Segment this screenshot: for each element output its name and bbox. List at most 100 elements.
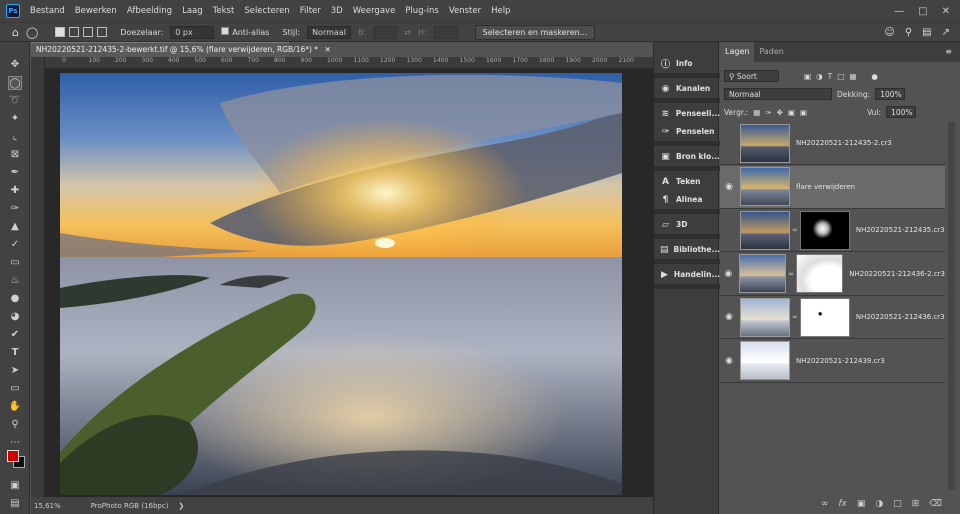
layer-mask-thumbnail[interactable] — [799, 210, 850, 250]
layer-row[interactable]: ◉ NH20220521-212439.cr3 — [720, 340, 945, 383]
panel-brushes[interactable]: ✑ Penselen — [654, 123, 720, 140]
layer-row[interactable]: ◉ flare verwijderen — [720, 165, 945, 209]
eye-icon[interactable]: ◉ — [720, 312, 738, 322]
layer-name[interactable]: NH20220521-212436.cr3 — [856, 313, 945, 321]
history-brush-tool-icon[interactable]: ✓ — [8, 238, 22, 252]
eye-icon[interactable]: ◉ — [720, 182, 738, 192]
quick-mask-icon[interactable]: ▣ — [8, 479, 22, 493]
width-input[interactable] — [373, 25, 398, 39]
lasso-tool-icon[interactable]: ➰ — [8, 94, 22, 108]
eraser-tool-icon[interactable]: ▭ — [8, 256, 22, 270]
document-tab[interactable]: NH20220521-212435-2-bewerkt.tif @ 15,6% … — [31, 42, 331, 57]
eye-icon[interactable]: ◉ — [720, 269, 737, 279]
panel-character[interactable]: A Teken — [654, 173, 720, 190]
menu-filter[interactable]: Filter — [295, 6, 326, 16]
filter-shape-icon[interactable]: □ — [837, 72, 844, 81]
panel-menu-icon[interactable]: ≡ — [945, 42, 960, 62]
opacity-input[interactable]: 100% — [875, 88, 906, 100]
swap-icon[interactable]: ⇄ — [404, 28, 411, 37]
eye-hidden-icon[interactable]: ​ — [720, 138, 738, 148]
eye-icon[interactable]: ◉ — [720, 356, 738, 366]
tab-paths[interactable]: Paden — [754, 42, 788, 62]
pen-tool-icon[interactable]: ✔ — [8, 328, 22, 342]
canvas-area[interactable] — [45, 69, 653, 497]
add-mask-icon[interactable]: ▣ — [857, 499, 866, 509]
layers-scrollbar[interactable] — [948, 122, 955, 490]
filter-smart-object-icon[interactable]: ▦ — [849, 72, 856, 81]
panel-actions[interactable]: ▶ Handelin... — [654, 266, 720, 283]
layer-name[interactable]: NH20220521-212435.cr3 — [856, 226, 945, 234]
lock-transparent-icon[interactable]: ▦ — [753, 108, 760, 117]
layer-mask-thumbnail[interactable] — [796, 254, 844, 293]
layer-name[interactable]: NH20220521-212435-2.cr3 — [796, 139, 892, 147]
path-select-tool-icon[interactable]: ➤ — [8, 364, 22, 378]
menu-help[interactable]: Help — [486, 6, 515, 16]
share-icon[interactable]: ↗ — [942, 27, 950, 38]
fill-input[interactable]: 100% — [886, 106, 917, 118]
menu-afbeelding[interactable]: Afbeelding — [122, 6, 177, 16]
marquee-tool-icon[interactable]: ◯ — [8, 76, 22, 90]
lock-all-icon[interactable]: ▣ — [800, 108, 807, 117]
home-icon[interactable]: ⌂ — [12, 26, 19, 39]
layer-row[interactable]: ◉ ∞ NH20220521-212436.cr3 — [720, 296, 945, 339]
menu-3d[interactable]: 3D — [326, 6, 348, 16]
panel-3d[interactable]: ▱ 3D — [654, 216, 720, 233]
lock-position-icon[interactable]: ✥ — [777, 108, 783, 117]
mask-link-icon[interactable]: ∞ — [788, 270, 794, 278]
select-and-mask-button[interactable]: Selecteren en maskeren... — [474, 24, 596, 40]
group-icon[interactable]: □ — [893, 499, 902, 509]
antialias-checkbox[interactable]: Anti-alias — [221, 27, 269, 37]
foreground-color-swatch[interactable] — [7, 450, 19, 462]
layer-filter-select[interactable]: ⚲ Soort — [724, 70, 779, 82]
frame-tool-icon[interactable]: ⊠ — [8, 148, 22, 162]
quick-select-tool-icon[interactable]: ✦ — [8, 112, 22, 126]
mask-link-icon[interactable]: ∞ — [792, 226, 798, 234]
move-tool-icon[interactable]: ✥ — [8, 58, 22, 72]
zoom-tool-icon[interactable]: ⚲ — [8, 418, 22, 432]
filter-adjustment-icon[interactable]: ◑ — [816, 72, 823, 81]
layer-row[interactable]: ◉ ∞ NH20220521-212436-2.cr3 — [720, 253, 945, 296]
blend-mode-select[interactable]: Normaal — [724, 88, 832, 100]
eye-hidden-icon[interactable]: ​ — [720, 225, 738, 235]
panel-channels[interactable]: ◉ Kanalen — [654, 80, 720, 97]
adjustment-layer-icon[interactable]: ◑ — [875, 499, 883, 509]
close-tab-icon[interactable]: ✕ — [324, 45, 330, 54]
marquee-preset-icon[interactable]: ◯ — [26, 26, 38, 39]
mask-link-icon[interactable]: ∞ — [792, 313, 798, 321]
layer-row[interactable]: ​ ∞ NH20220521-212435.cr3 — [720, 209, 945, 252]
menu-bewerken[interactable]: Bewerken — [70, 6, 122, 16]
trash-icon[interactable]: ⌫ — [929, 499, 942, 509]
layer-row[interactable]: ​ NH20220521-212435-2.cr3 — [720, 122, 945, 165]
filter-toggle-icon[interactable]: ● — [871, 72, 878, 81]
more-tools-icon[interactable]: ⋯ — [8, 436, 22, 450]
menu-weergave[interactable]: Weergave — [348, 6, 401, 16]
new-selection-icon[interactable] — [55, 27, 66, 37]
eyedropper-tool-icon[interactable]: ✒ — [8, 166, 22, 180]
panel-libraries[interactable]: ▤ Bibliothe... — [654, 241, 720, 258]
panel-paragraph[interactable]: ¶ Alinea — [654, 191, 720, 208]
account-icon[interactable]: ☺ — [884, 27, 894, 38]
layer-name[interactable]: NH20220521-212436-2.cr3 — [849, 270, 945, 278]
rectangle-tool-icon[interactable]: ▭ — [8, 382, 22, 396]
healing-brush-tool-icon[interactable]: ✚ — [8, 184, 22, 198]
menu-selecteren[interactable]: Selecteren — [239, 6, 294, 16]
height-input[interactable] — [433, 25, 458, 39]
layer-name[interactable]: NH20220521-212439.cr3 — [796, 357, 885, 365]
new-layer-icon[interactable]: ⊞ — [912, 499, 920, 509]
maximize-icon[interactable]: □ — [918, 6, 927, 17]
status-arrow-icon[interactable]: ❯ — [178, 502, 184, 510]
clone-stamp-tool-icon[interactable]: ▲ — [8, 220, 22, 234]
photo-canvas[interactable] — [60, 73, 622, 495]
lock-pixels-icon[interactable]: ✑ — [765, 108, 771, 117]
blur-tool-icon[interactable]: ● — [8, 292, 22, 306]
search-icon[interactable]: ⚲ — [905, 27, 912, 38]
menu-laag[interactable]: Laag — [177, 6, 208, 16]
brush-tool-icon[interactable]: ✑ — [8, 202, 22, 216]
screen-mode-icon[interactable]: ▤ — [8, 497, 22, 511]
layer-mask-thumbnail[interactable] — [799, 297, 850, 337]
tab-layers[interactable]: Lagen — [720, 42, 755, 62]
dodge-tool-icon[interactable]: ◕ — [8, 310, 22, 324]
panel-clone-source[interactable]: ▣ Bron klo... — [654, 148, 720, 165]
hand-tool-icon[interactable]: ✋ — [8, 400, 22, 414]
panel-brush-settings[interactable]: ≋ Penseeli... — [654, 105, 720, 122]
